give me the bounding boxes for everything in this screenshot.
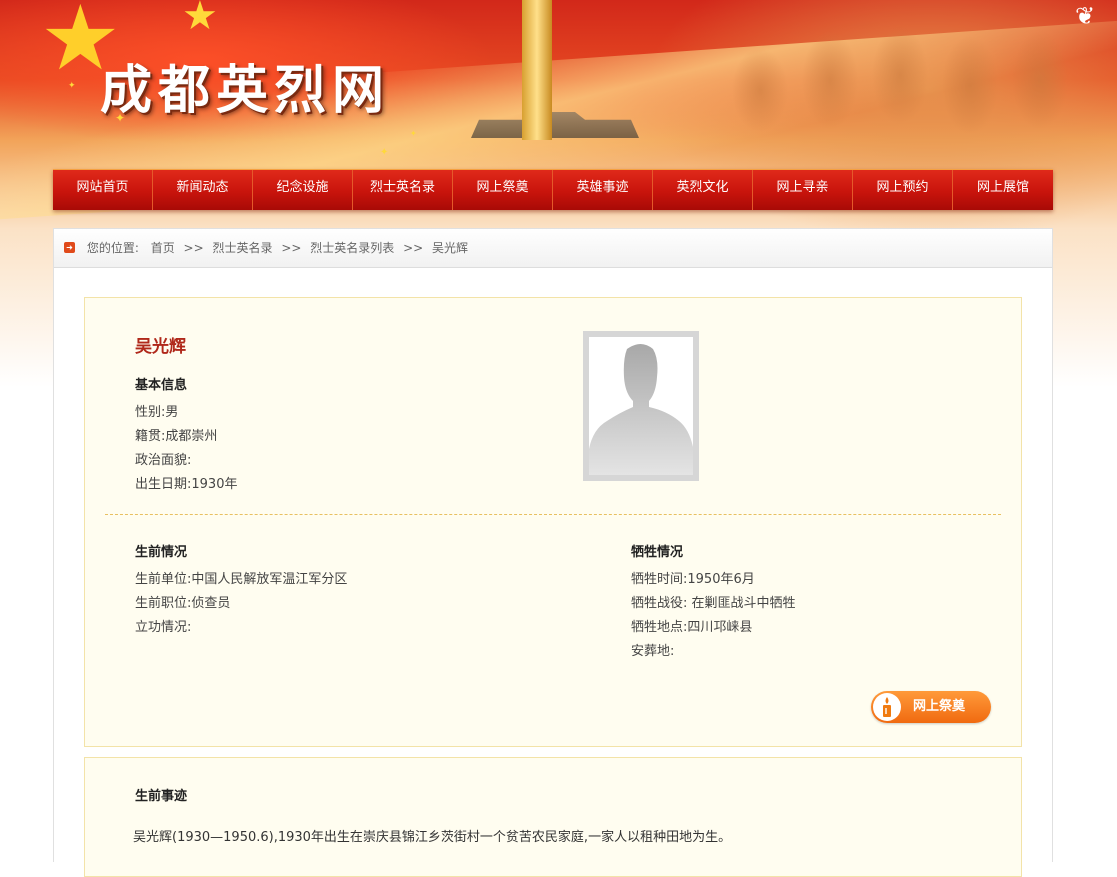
burial-place-field: 安葬地:	[631, 644, 675, 659]
star-icon: ✦	[380, 147, 389, 158]
nav-item-family-search[interactable]: 网上寻亲	[753, 170, 853, 210]
nav-item-online-worship[interactable]: 网上祭奠	[453, 170, 553, 210]
breadcrumb: ➜ 您的位置: 首页 >> 烈士英名录 >> 烈士英名录列表 >> 吴光辉	[54, 229, 1052, 268]
breadcrumb-link-martyr-list[interactable]: 烈士英名录列表	[310, 241, 394, 255]
unit-field: 生前单位:中国人民解放军温江军分区	[135, 572, 348, 587]
nav-item-martyr-roll[interactable]: 烈士英名录	[353, 170, 453, 210]
sacrifice-time-field: 牺牲时间:1950年6月	[631, 572, 755, 587]
person-silhouette-icon	[589, 344, 693, 475]
birth-date-field: 出生日期:1930年	[135, 477, 238, 492]
sacrifice-heading: 牺牲情况	[631, 545, 684, 560]
nav-item-online-booking[interactable]: 网上预约	[853, 170, 953, 210]
nav-item-home[interactable]: 网站首页	[53, 170, 153, 210]
martyr-info-card: 吴光辉 基本信息 性别:男 籍贯:成都崇州 政治面貌: 出生日期:1930年 生…	[84, 297, 1022, 747]
site-title: 成都英烈网	[100, 60, 391, 121]
nav-item-martyr-culture[interactable]: 英烈文化	[653, 170, 753, 210]
monument-image	[522, 0, 552, 140]
nav-item-online-exhibition[interactable]: 网上展馆	[953, 170, 1053, 210]
basic-info-heading: 基本信息	[135, 378, 188, 393]
hometown-field: 籍贯:成都崇州	[135, 429, 218, 444]
nav-item-hero-deeds[interactable]: 英雄事迹	[553, 170, 653, 210]
life-story-text: 吴光辉(1930—1950.6),1930年出生在崇庆县锦江乡茨街村一个贫苦农民…	[133, 830, 732, 845]
breadcrumb-link-martyr-roll[interactable]: 烈士英名录	[212, 241, 272, 255]
breadcrumb-separator: >>	[183, 241, 204, 255]
nav-item-news[interactable]: 新闻动态	[153, 170, 253, 210]
star-icon: ★	[182, 0, 218, 39]
breadcrumb-link-home[interactable]: 首页	[151, 241, 175, 255]
star-icon: ✦	[68, 81, 76, 91]
sacrifice-place-field: 牺牲地点:四川邛崃县	[631, 620, 753, 635]
breadcrumb-current: 吴光辉	[432, 241, 469, 255]
breadcrumb-prefix: 您的位置:	[86, 241, 139, 255]
online-worship-button-label: 网上祭奠	[913, 699, 966, 714]
candle-icon	[873, 693, 901, 721]
gender-field: 性别:男	[135, 405, 179, 420]
main-nav: 网站首页 新闻动态 纪念设施 烈士英名录 网上祭奠 英雄事迹 英烈文化 网上寻亲…	[53, 169, 1053, 210]
political-status-field: 政治面貌:	[135, 453, 192, 468]
soldier-relief-image	[700, 0, 1117, 165]
merit-field: 立功情况:	[135, 620, 192, 635]
breadcrumb-separator: >>	[281, 241, 302, 255]
breadcrumb-separator: >>	[403, 241, 424, 255]
life-story-card: 生前事迹 吴光辉(1930—1950.6),1930年出生在崇庆县锦江乡茨街村一…	[84, 757, 1022, 877]
martyr-photo-placeholder	[583, 331, 699, 481]
before-death-heading: 生前情况	[135, 545, 188, 560]
position-field: 生前职位:侦查员	[135, 596, 231, 611]
star-icon: ✦	[410, 129, 417, 138]
content-panel: ➜ 您的位置: 首页 >> 烈士英名录 >> 烈士英名录列表 >> 吴光辉 吴光…	[53, 228, 1053, 877]
online-worship-button[interactable]: 网上祭奠	[871, 691, 991, 723]
sacrifice-battle-field: 牺牲战役: 在剿匪战斗中牺牲	[631, 596, 796, 611]
arrow-right-icon: ➜	[64, 242, 75, 253]
nav-item-memorial-facilities[interactable]: 纪念设施	[253, 170, 353, 210]
section-divider	[105, 514, 1001, 515]
martyr-name: 吴光辉	[135, 337, 186, 357]
life-story-heading: 生前事迹	[135, 789, 188, 804]
